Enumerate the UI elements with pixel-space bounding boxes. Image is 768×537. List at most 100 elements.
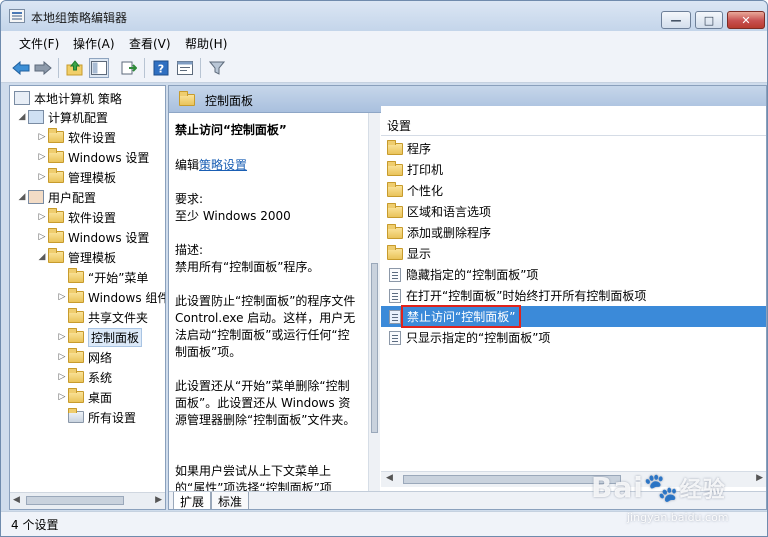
scroll-thumb[interactable]: [371, 263, 378, 433]
expand-arrow-icon[interactable]: ▷: [56, 352, 68, 362]
expand-arrow-icon[interactable]: ▷: [56, 332, 68, 342]
list-item-label: 个性化: [407, 184, 444, 198]
policy-setting-icon: [389, 330, 401, 345]
toolbar: ?: [1, 53, 767, 83]
scroll-thumb[interactable]: [26, 496, 124, 505]
list-item-label: 打印机: [407, 163, 444, 177]
list-column-header[interactable]: 设置: [381, 112, 766, 136]
edit-policy-link[interactable]: 策略设置: [199, 158, 247, 172]
list-item-label: 在打开“控制面板”时始终打开所有控制面板项: [406, 289, 647, 303]
users-icon: [28, 190, 44, 204]
extended-description-pane: 禁止访问“控制面板” 编辑策略设置 要求: 至少 Windows 2000 描述…: [169, 113, 367, 491]
expand-arrow-icon[interactable]: ▷: [36, 172, 48, 182]
menu-help[interactable]: 帮助(H): [185, 35, 227, 52]
tab-extended[interactable]: 扩展: [173, 492, 212, 509]
tree-horizontal-scrollbar[interactable]: ◀ ▶: [10, 492, 165, 509]
computer-icon: [28, 110, 44, 124]
tree-node-computer-admin[interactable]: ▷ 管理模板: [36, 167, 116, 187]
folder-icon: [68, 368, 84, 383]
description-paragraph-3: 如果用户尝试从上下文菜单上的“属性”项选择“控制面板”项: [175, 464, 332, 491]
details-header-title: 控制面板: [205, 94, 254, 108]
tree-node-desktop[interactable]: ▷ 桌面: [56, 387, 112, 407]
tree-node-user-config[interactable]: ◢ 用户配置: [16, 187, 96, 207]
list-item-folder[interactable]: 个性化: [381, 180, 766, 201]
forward-button[interactable]: [33, 58, 53, 78]
tree-pane: 本地计算机 策略 ◢ 计算机配置 ▷ 软件设置 ▷ Windows 设置 ▷ 管…: [9, 85, 166, 510]
expand-arrow-icon[interactable]: ▷: [56, 392, 68, 402]
description-vertical-scrollbar[interactable]: [368, 113, 380, 491]
menu-action[interactable]: 操作(A): [73, 35, 115, 52]
list-item-policy-selected[interactable]: 禁止访问“控制面板”: [381, 305, 766, 328]
tree-label: Windows 设置: [68, 230, 150, 245]
tree-node-user-admin[interactable]: ◢ 管理模板: [36, 247, 116, 267]
expand-arrow-icon[interactable]: ▷: [36, 152, 48, 162]
tree-node-windows-components[interactable]: ▷ Windows 组件: [56, 287, 165, 307]
menu-view[interactable]: 查看(V): [129, 35, 171, 52]
help-button[interactable]: ?: [151, 58, 171, 78]
requirements-label: 要求:: [175, 192, 204, 206]
list-item-folder[interactable]: 添加或删除程序: [381, 222, 766, 243]
filter-button[interactable]: [207, 58, 227, 78]
tree-node-all-settings[interactable]: 所有设置: [56, 407, 136, 427]
tab-standard[interactable]: 标准: [211, 492, 250, 509]
tree-label: 管理模板: [68, 250, 117, 265]
folder-icon: [387, 181, 403, 197]
folder-icon: [387, 244, 403, 260]
expand-arrow-icon[interactable]: ▷: [56, 372, 68, 382]
scroll-left-icon[interactable]: ◀: [13, 495, 20, 505]
tree-node-shared-folders[interactable]: 共享文件夹: [56, 307, 148, 327]
list-item-folder[interactable]: 程序: [381, 138, 766, 159]
up-level-button[interactable]: [65, 58, 85, 78]
expand-arrow-icon[interactable]: ▷: [36, 132, 48, 142]
tree-node-start-menu[interactable]: “开始”菜单: [56, 267, 148, 287]
list-item-label: 添加或删除程序: [407, 226, 492, 240]
tree-node-computer-config[interactable]: ◢ 计算机配置: [16, 107, 108, 127]
list-item-policy[interactable]: 只显示指定的“控制面板”项: [381, 327, 766, 348]
export-list-button[interactable]: [119, 58, 139, 78]
tree-node-control-panel[interactable]: ▷ 控制面板: [56, 327, 143, 347]
maximize-button[interactable]: □: [695, 11, 723, 29]
tree-node-network[interactable]: ▷ 网络: [56, 347, 112, 367]
scroll-right-icon[interactable]: ▶: [756, 473, 763, 483]
list-item-folder[interactable]: 区域和语言选项: [381, 201, 766, 222]
scroll-thumb[interactable]: [403, 475, 621, 484]
tree-node-computer-windows[interactable]: ▷ Windows 设置: [36, 147, 149, 167]
scroll-right-icon[interactable]: ▶: [155, 495, 162, 505]
folder-icon: [68, 288, 84, 303]
folder-icon: [48, 228, 64, 243]
scroll-left-icon[interactable]: ◀: [386, 473, 393, 483]
menu-file[interactable]: 文件(F): [19, 35, 59, 52]
close-icon: ✕: [741, 13, 751, 27]
list-item-folder[interactable]: 打印机: [381, 159, 766, 180]
window-title: 本地组策略编辑器: [31, 11, 128, 25]
tree-node-user-software[interactable]: ▷ 软件设置: [36, 207, 116, 227]
close-button[interactable]: ✕: [727, 11, 765, 29]
list-item-label: 禁止访问“控制面板”: [401, 305, 522, 328]
collapse-arrow-icon[interactable]: ◢: [16, 112, 28, 122]
all-settings-icon: [68, 408, 84, 423]
folder-open-icon: [48, 248, 64, 263]
collapse-arrow-icon[interactable]: ◢: [16, 192, 28, 202]
properties-button[interactable]: [175, 58, 195, 78]
expand-arrow-icon[interactable]: ▷: [36, 232, 48, 242]
back-button[interactable]: [11, 58, 31, 78]
list-item-folder[interactable]: 显示: [381, 243, 766, 264]
expand-arrow-icon[interactable]: ▷: [36, 212, 48, 222]
show-hide-tree-button[interactable]: [89, 58, 109, 78]
folder-icon: [48, 208, 64, 223]
list-horizontal-scrollbar[interactable]: ◀ ▶: [381, 471, 766, 487]
collapse-arrow-icon[interactable]: ◢: [36, 252, 48, 262]
tree-label: “开始”菜单: [88, 270, 149, 285]
tree-node-user-windows[interactable]: ▷ Windows 设置: [36, 227, 149, 247]
title-bar: 本地组策略编辑器 — □ ✕: [1, 1, 767, 31]
tree-node-system[interactable]: ▷ 系统: [56, 367, 112, 387]
tree-label: 软件设置: [68, 210, 117, 225]
menu-bar: 文件(F) 操作(A) 查看(V) 帮助(H): [1, 31, 767, 53]
minimize-button[interactable]: —: [661, 11, 691, 29]
toolbar-separator: [58, 58, 59, 78]
tree-node-computer-software[interactable]: ▷ 软件设置: [36, 127, 116, 147]
list-item-policy[interactable]: 隐藏指定的“控制面板”项: [381, 264, 766, 285]
tree-node-local-policy[interactable]: 本地计算机 策略: [14, 88, 122, 108]
expand-arrow-icon[interactable]: ▷: [56, 292, 68, 302]
list-item-policy[interactable]: 在打开“控制面板”时始终打开所有控制面板项: [381, 285, 766, 306]
